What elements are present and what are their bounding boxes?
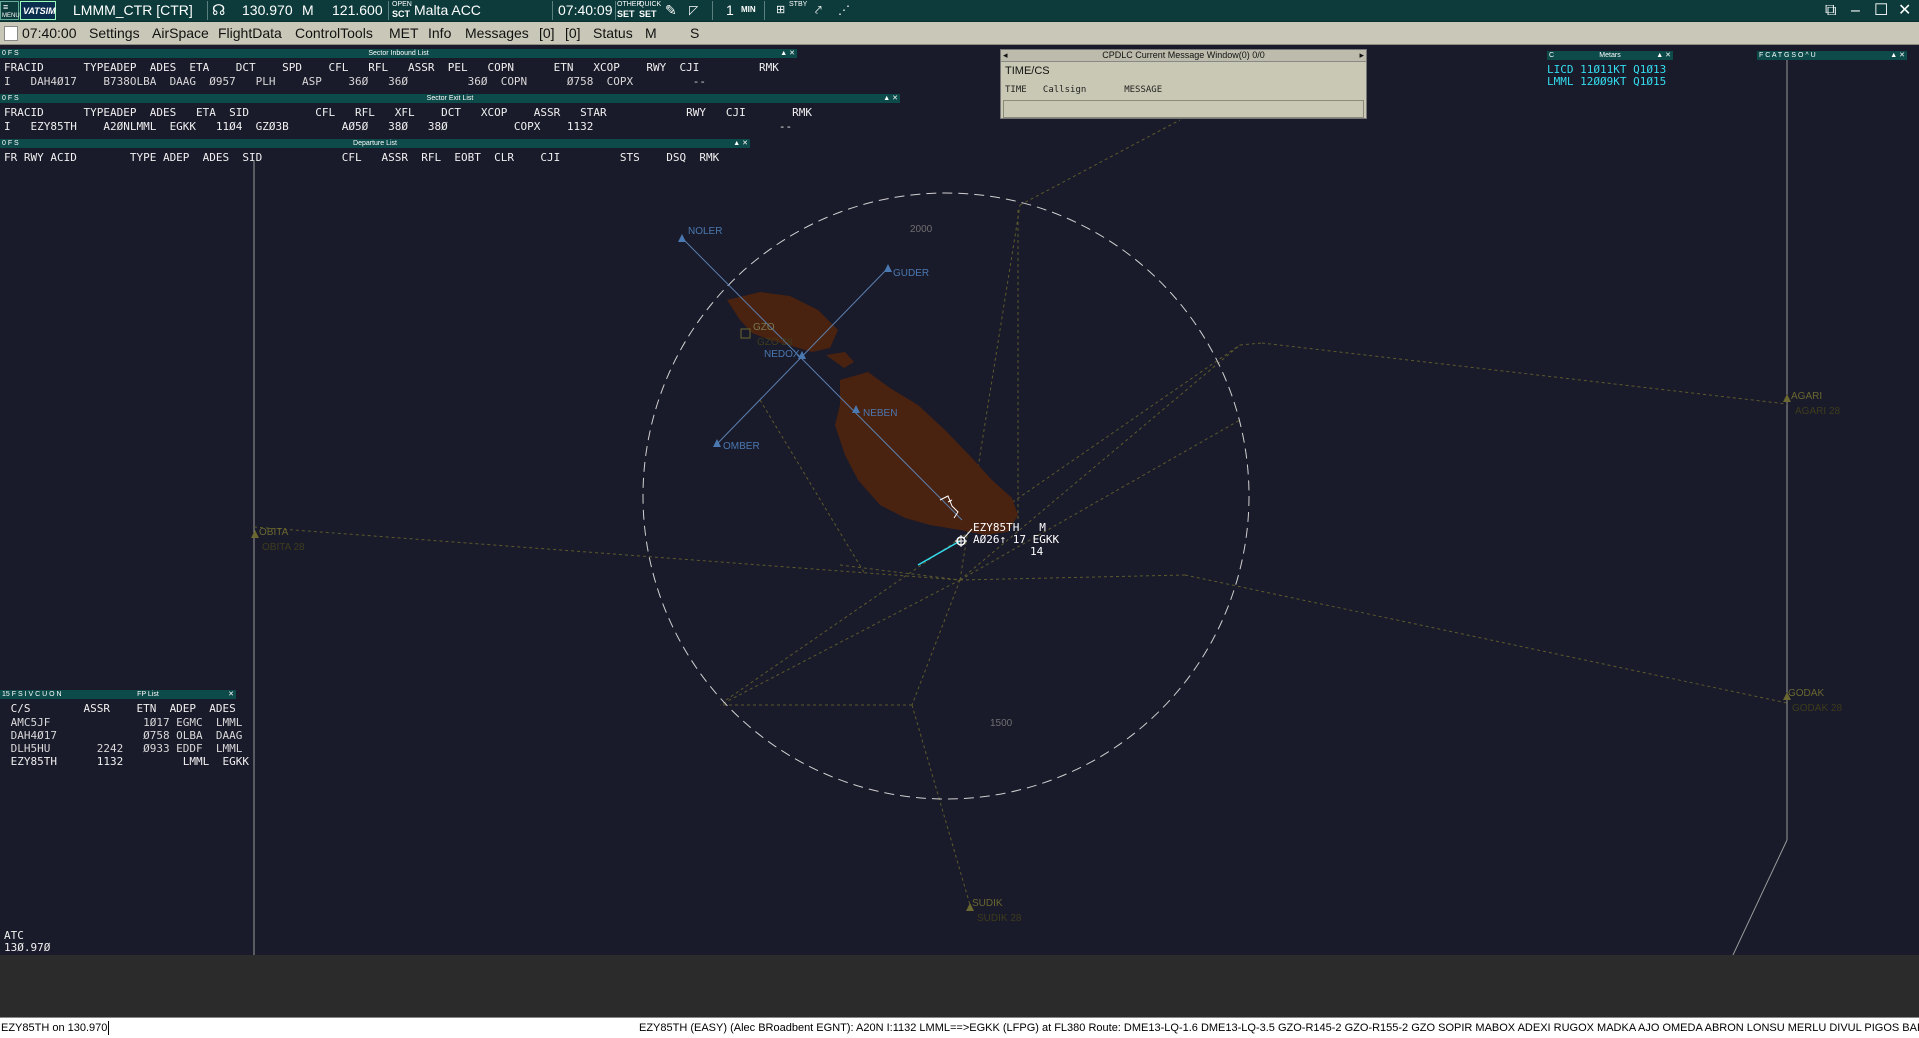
waypoint-neben[interactable]: NEBEN [863, 408, 897, 419]
ring-label-bottom: 1500 [990, 718, 1013, 729]
waypoint-agari-shadow: AGARI 28 [1795, 406, 1841, 417]
bottom-panel [0, 955, 1919, 1017]
radar-scope[interactable] [0, 0, 1919, 955]
flightplan-info-line: EZY85TH (EASY) (Alec BRoadbent EGNT): A2… [639, 1022, 1919, 1034]
command-bar[interactable]: EZY85TH on 130.970 EZY85TH (EASY) (Alec … [0, 1017, 1919, 1038]
waypoint-agari[interactable]: AGARI [1791, 391, 1822, 402]
waypoint-obita[interactable]: OBITA [259, 527, 288, 538]
waypoint-godak[interactable]: GODAK [1788, 688, 1824, 699]
ring-label-top: 2000 [910, 224, 933, 235]
waypoint-nedox[interactable]: NEDOX [764, 349, 800, 360]
aircraft-tag-speed[interactable]: 14 [1030, 546, 1043, 558]
waypoint-gzo[interactable]: GZO [753, 322, 775, 333]
waypoint-godak-shadow: GODAK 28 [1792, 703, 1843, 714]
waypoint-omber[interactable]: OMBER [723, 441, 760, 452]
waypoint-noler[interactable]: NOLER [688, 226, 722, 237]
waypoint-guder[interactable]: GUDER [893, 268, 929, 279]
text-cursor [108, 1021, 109, 1035]
aircraft-tag-altitude[interactable]: AØ26↑ 17 EGKK [973, 534, 1059, 546]
waypoint-sudik-shadow: SUDIK 28 [977, 913, 1022, 924]
waypoint-obita-shadow: OBITA 28 [262, 542, 305, 553]
waypoint-gzo-shadow: GZO 28 [757, 337, 793, 348]
aircraft-target[interactable] [917, 528, 973, 566]
waypoint-sudik[interactable]: SUDIK [972, 898, 1003, 909]
command-input[interactable]: EZY85TH on 130.970 [1, 1018, 107, 1038]
